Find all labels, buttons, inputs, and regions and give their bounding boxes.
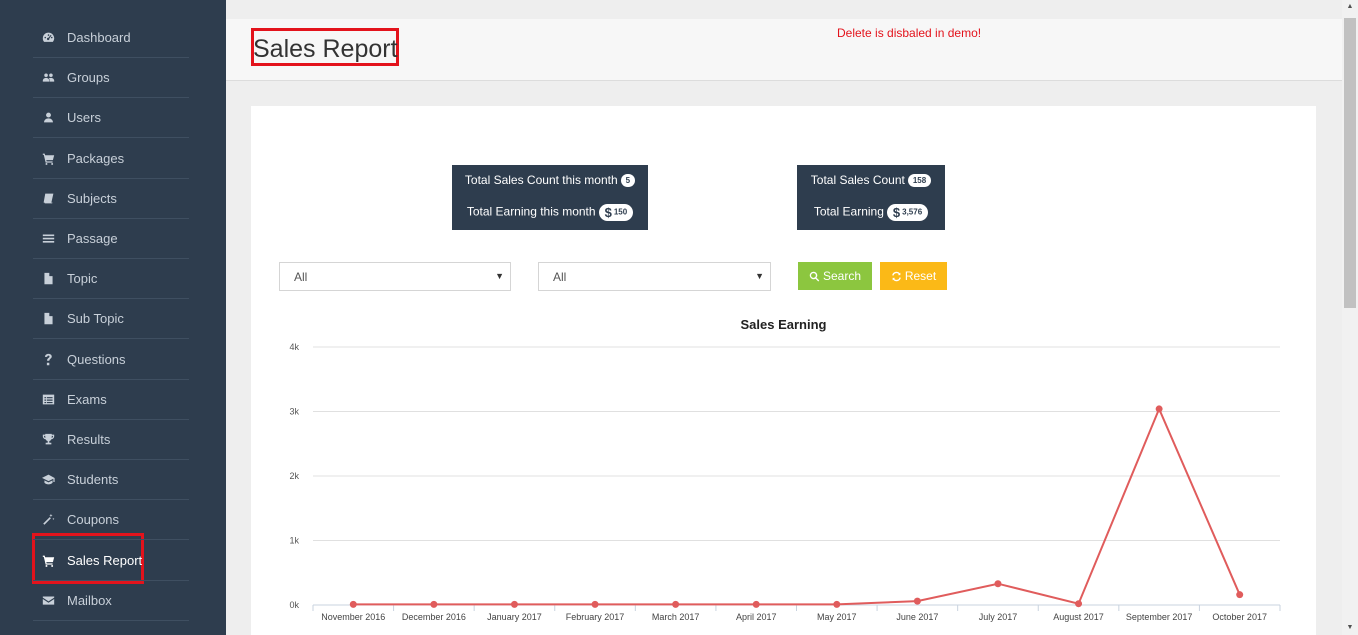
cart-icon xyxy=(40,552,56,568)
data-point xyxy=(430,600,438,608)
sidebar: Dashboard Groups Users Packages Subjects Pass… xyxy=(0,0,226,635)
sidebar-item-coupons[interactable]: Coupons xyxy=(33,500,189,541)
x-tick-label: March 2017 xyxy=(652,612,700,622)
sidebar-item-students[interactable]: Students xyxy=(33,460,189,501)
magic-wand-icon xyxy=(40,512,56,528)
data-point xyxy=(1075,600,1083,608)
trophy-icon xyxy=(40,432,56,448)
sales-earning-chart: 0k 1k 2k 3k 4k November 2016 December 2016 Janu… xyxy=(289,342,1281,622)
x-tick-label: October 2017 xyxy=(1212,612,1267,622)
data-point xyxy=(1236,591,1244,599)
report-panel: Total Sales Count this month 5 Total Earn… xyxy=(251,106,1316,635)
page-header: Sales Report Delete is disbaled in demo! xyxy=(226,19,1342,81)
sidebar-item-label: Passage xyxy=(67,231,118,246)
sidebar-item-topic[interactable]: Topic xyxy=(33,259,189,300)
sidebar-item-label: Subjects xyxy=(67,190,117,206)
vertical-scrollbar[interactable]: ▲ ▼ xyxy=(1342,0,1358,635)
x-tick-label: November 2016 xyxy=(321,612,385,622)
data-point xyxy=(752,600,760,608)
sidebar-item-groups[interactable]: Groups xyxy=(33,58,189,99)
scroll-up-icon[interactable]: ▲ xyxy=(1342,0,1358,14)
x-tick-label: August 2017 xyxy=(1053,612,1104,622)
envelope-icon xyxy=(40,592,56,608)
sidebar-item-users[interactable]: Users xyxy=(33,98,189,139)
y-tick-label: 4k xyxy=(289,342,299,352)
sidebar-item-label: Topic xyxy=(67,271,98,287)
sidebar-item-label: Sub Topic xyxy=(67,311,124,327)
sidebar-item-label: Mailbox xyxy=(67,592,112,608)
x-tick-label: December 2016 xyxy=(402,612,466,622)
x-tick-label: June 2017 xyxy=(896,612,938,622)
sidebar-item-mailbox[interactable]: Mailbox xyxy=(33,581,189,621)
sidebar-item-label: Users xyxy=(67,110,101,126)
y-tick-label: 2k xyxy=(289,471,299,481)
sidebar-item-label: Groups xyxy=(67,70,110,86)
data-point xyxy=(913,597,921,605)
sidebar-item-packages[interactable]: Packages xyxy=(33,139,189,179)
question-icon xyxy=(40,351,56,367)
data-point xyxy=(1155,405,1163,413)
demo-warning-message: Delete is disbaled in demo! xyxy=(837,26,982,40)
sidebar-item-label: Exams xyxy=(67,391,107,407)
x-tick-label: September 2017 xyxy=(1126,612,1193,622)
sidebar-item-dashboard[interactable]: Dashboard xyxy=(33,18,189,58)
scroll-down-icon[interactable]: ▼ xyxy=(1342,621,1358,635)
y-tick-label: 1k xyxy=(289,536,299,546)
data-point xyxy=(591,600,599,608)
list-alt-icon xyxy=(40,391,56,407)
cart-icon xyxy=(40,150,56,166)
x-tick-label: July 2017 xyxy=(979,612,1018,622)
users-group-icon xyxy=(40,70,56,86)
sidebar-item-sales-report[interactable]: Sales Report xyxy=(33,541,189,581)
file-icon xyxy=(40,271,56,287)
data-point xyxy=(349,600,357,608)
sidebar-item-questions[interactable]: Questions xyxy=(33,340,189,380)
data-point xyxy=(833,600,841,608)
bars-icon xyxy=(40,231,56,247)
sidebar-item-label: Coupons xyxy=(67,512,120,528)
data-point xyxy=(672,600,680,608)
sidebar-item-label: Students xyxy=(67,472,119,488)
book-icon xyxy=(40,190,56,206)
sidebar-item-label: Questions xyxy=(67,351,126,367)
user-icon xyxy=(40,110,56,126)
series-line xyxy=(353,406,1241,606)
x-tick-label: February 2017 xyxy=(566,612,625,622)
scroll-thumb[interactable] xyxy=(1344,18,1356,308)
sidebar-item-label: Sales Report xyxy=(67,552,143,568)
x-tick-label: January 2017 xyxy=(487,612,542,622)
x-tick-label: May 2017 xyxy=(817,612,857,622)
main-content: Sales Report Delete is disbaled in demo!… xyxy=(226,0,1342,635)
sidebar-item-subjects[interactable]: Subjects xyxy=(33,179,189,219)
page-title: Sales Report xyxy=(253,35,398,63)
sidebar-item-sub-topic[interactable]: Sub Topic xyxy=(33,299,189,340)
sidebar-item-label: Packages xyxy=(67,150,125,166)
y-tick-label: 3k xyxy=(289,407,299,417)
sidebar-item-passage[interactable]: Passage xyxy=(33,219,189,259)
sidebar-item-exams[interactable]: Exams xyxy=(33,380,189,420)
dashboard-icon xyxy=(40,30,56,46)
sidebar-item-label: Results xyxy=(67,432,111,447)
sidebar-item-results[interactable]: Results xyxy=(33,420,189,460)
sidebar-item-label: Dashboard xyxy=(67,30,131,45)
x-tick-label: April 2017 xyxy=(736,612,777,622)
data-point xyxy=(510,600,518,608)
file-icon xyxy=(40,311,56,327)
data-point xyxy=(994,580,1002,588)
graduation-cap-icon xyxy=(40,472,56,488)
y-tick-label: 0k xyxy=(289,600,299,610)
